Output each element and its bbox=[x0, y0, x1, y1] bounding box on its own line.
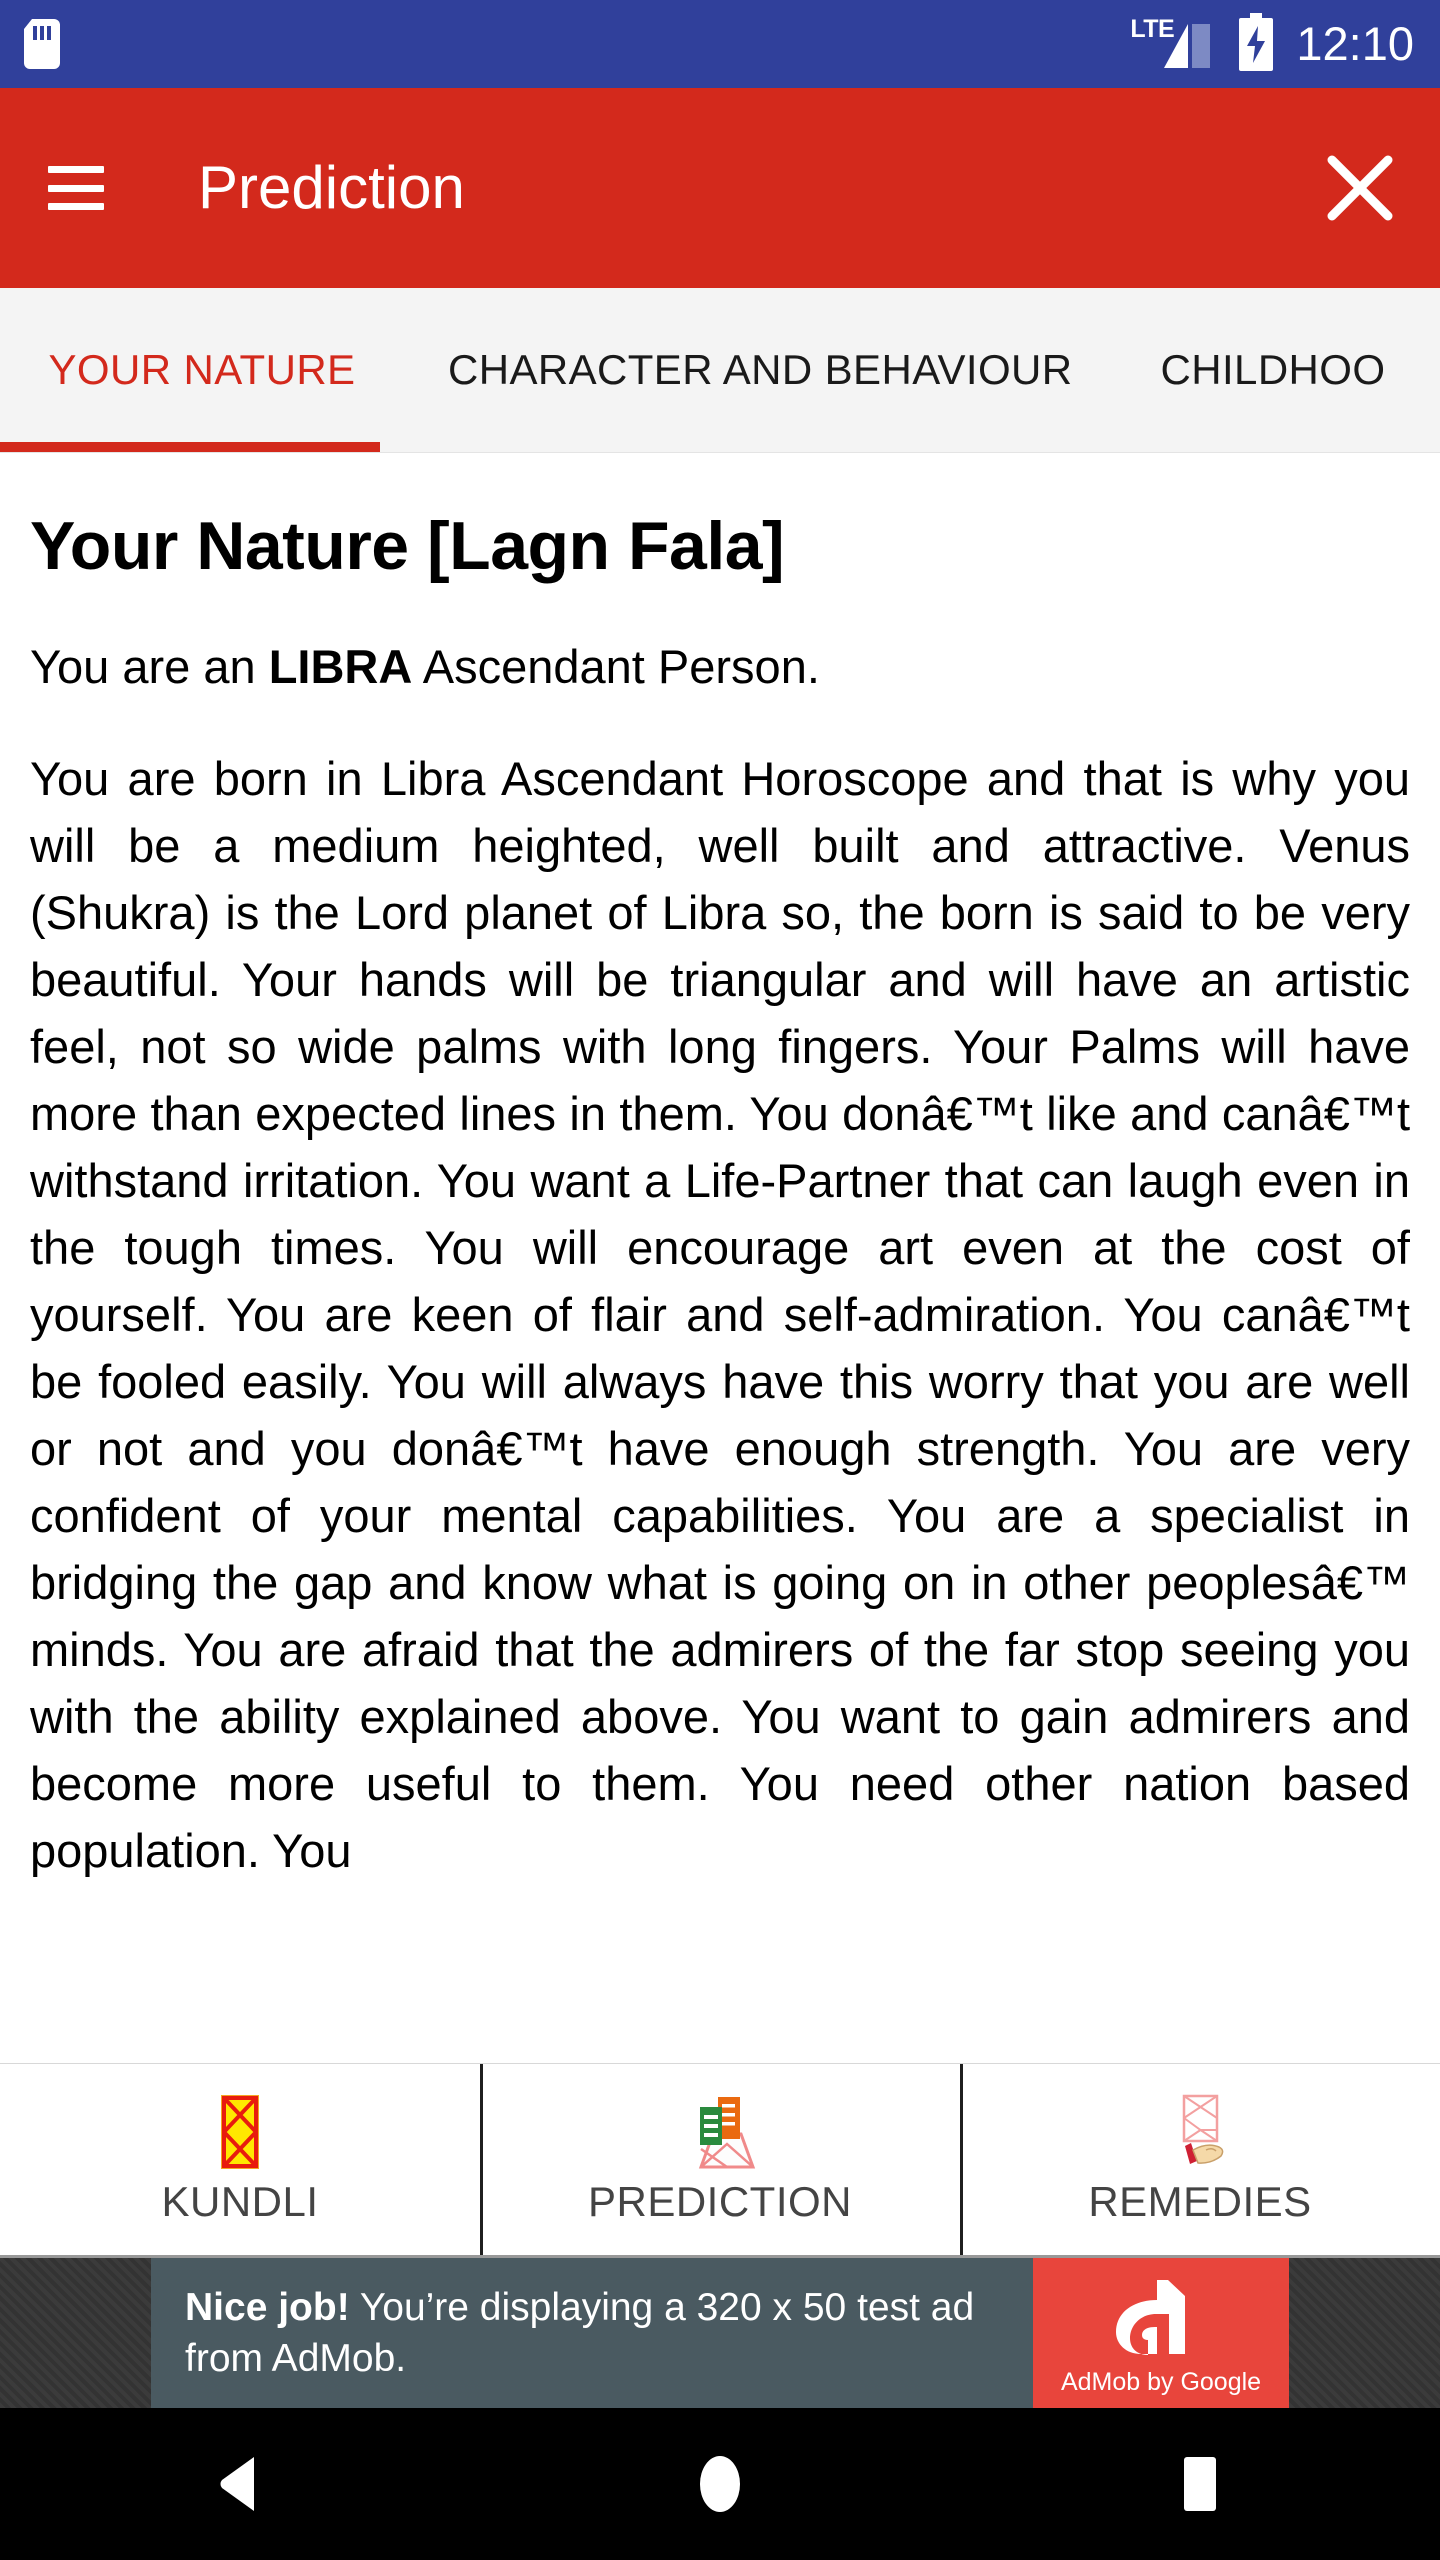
section-heading: Your Nature [Lagn Fala] bbox=[30, 508, 785, 584]
tab-your-nature[interactable]: YOUR NATURE bbox=[0, 288, 404, 452]
bottom-nav-label: PREDICTION bbox=[587, 2177, 852, 2225]
tab-bar[interactable]: YOUR NATURE CHARACTER AND BEHAVIOUR CHIL… bbox=[0, 288, 1440, 453]
admob-logo-icon bbox=[1113, 2270, 1209, 2366]
bottom-nav-item-prediction[interactable]: PREDICTION bbox=[480, 2064, 960, 2255]
ad-headline: Nice job! bbox=[185, 2286, 350, 2329]
home-circle-icon[interactable] bbox=[645, 2408, 795, 2560]
signal-bars-icon: LTE bbox=[1130, 16, 1216, 72]
hamburger-menu-icon[interactable] bbox=[48, 166, 104, 210]
bottom-nav-label: KUNDLI bbox=[161, 2177, 319, 2225]
bottom-nav-item-remedies[interactable]: REMEDIES bbox=[960, 2064, 1440, 2255]
status-bar: LTE 12:10 bbox=[0, 0, 1440, 88]
page-title: Prediction bbox=[198, 154, 465, 221]
ad-logo-panel[interactable]: AdMob by Google bbox=[1033, 2258, 1289, 2408]
nature-description-body: You are born in Libra Ascendant Horoscop… bbox=[30, 752, 1410, 1877]
back-triangle-icon[interactable] bbox=[165, 2408, 315, 2560]
tab-label: CHILDHOO bbox=[1160, 346, 1386, 393]
hamburger-line bbox=[48, 203, 104, 210]
status-bar-right: LTE 12:10 bbox=[1130, 12, 1414, 76]
admob-test-ad[interactable]: Nice job! You’re displaying a 320 x 50 t… bbox=[151, 2258, 1289, 2408]
close-icon[interactable] bbox=[1314, 142, 1406, 234]
app-bar: Prediction bbox=[0, 88, 1440, 288]
tab-label: YOUR NATURE bbox=[48, 346, 356, 393]
ad-logo-label: AdMob by Google bbox=[1060, 2368, 1262, 2396]
status-bar-clock: 12:10 bbox=[1296, 17, 1414, 70]
lead-suffix: Ascendant Person. bbox=[412, 640, 820, 693]
phone-screen: LTE 12:10 Prediction YOUR NATURE CHARACT… bbox=[0, 0, 1440, 2560]
status-bar-left bbox=[24, 19, 60, 69]
tab-childhood[interactable]: CHILDHOO bbox=[1117, 288, 1430, 452]
ascendant-sign: LIBRA bbox=[268, 640, 413, 693]
system-navigation-bar[interactable] bbox=[0, 2408, 1440, 2560]
prediction-content-scroll[interactable]: Your Nature [Lagn Fala] You are an LIBRA… bbox=[0, 453, 1440, 2063]
ad-text-panel[interactable]: Nice job! You’re displaying a 320 x 50 t… bbox=[151, 2258, 1033, 2408]
tab-label: CHARACTER AND BEHAVIOUR bbox=[448, 346, 1073, 393]
ad-banner-container: Nice job! You’re displaying a 320 x 50 t… bbox=[0, 2258, 1440, 2408]
bottom-navigation[interactable]: KUNDLI PREDICTION REMEDIES bbox=[0, 2063, 1440, 2258]
battery-charging-icon bbox=[1236, 12, 1276, 76]
prediction-document-icon bbox=[665, 2094, 775, 2170]
hamburger-line bbox=[48, 184, 104, 192]
ad-copy: Nice job! You’re displaying a 320 x 50 t… bbox=[185, 2282, 999, 2384]
bottom-nav-item-kundli[interactable]: KUNDLI bbox=[0, 2064, 480, 2255]
remedies-hand-icon bbox=[1145, 2094, 1255, 2170]
kundli-chart-icon bbox=[185, 2094, 295, 2170]
hamburger-line bbox=[48, 166, 104, 173]
ascendant-summary: You are an LIBRA Ascendant Person. bbox=[30, 637, 1410, 697]
recents-square-icon[interactable] bbox=[1125, 2408, 1275, 2560]
sim-card-icon bbox=[24, 19, 60, 69]
bottom-nav-label: REMEDIES bbox=[1088, 2177, 1312, 2225]
lead-prefix: You are an bbox=[30, 640, 269, 693]
tab-character-and-behaviour[interactable]: CHARACTER AND BEHAVIOUR bbox=[404, 288, 1117, 452]
